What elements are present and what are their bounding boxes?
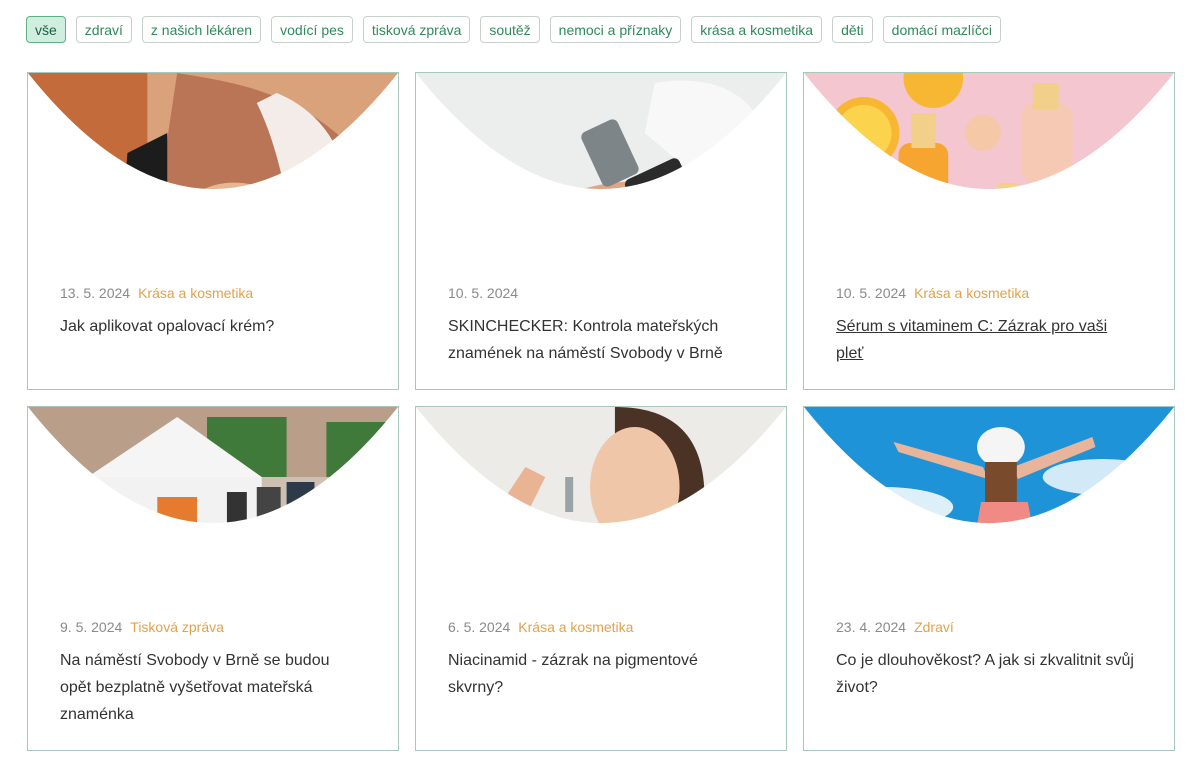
- article-category[interactable]: Tisková zpráva: [130, 619, 224, 635]
- article-card[interactable]: 13. 5. 2024 Krása a kosmetika Jak apliko…: [27, 72, 399, 390]
- article-grid: 13. 5. 2024 Krása a kosmetika Jak apliko…: [27, 72, 1175, 751]
- vitamin-c-serum-image[interactable]: [804, 73, 1174, 272]
- dermatoscope-image[interactable]: [416, 73, 786, 272]
- article-card[interactable]: 6. 5. 2024 Krása a kosmetika Niacinamid …: [415, 406, 787, 751]
- filter-chip-diseases[interactable]: nemoci a příznaky: [549, 16, 682, 43]
- filter-chip-contest[interactable]: soutěž: [480, 16, 540, 43]
- filter-chip-beauty[interactable]: krása a kosmetika: [691, 16, 823, 43]
- filter-chip-pets[interactable]: domácí mazlíčci: [882, 16, 1002, 43]
- article-meta: 10. 5. 2024: [448, 285, 518, 301]
- filter-chip-pharmacies[interactable]: z našich lékáren: [141, 16, 262, 43]
- article-category[interactable]: Krása a kosmetika: [914, 285, 1029, 301]
- beach-woman-image[interactable]: [804, 407, 1174, 606]
- filter-chip-health[interactable]: zdraví: [75, 16, 132, 43]
- article-date: 23. 4. 2024: [836, 619, 907, 635]
- category-filter-bar: vše zdraví z našich lékáren vodící pes t…: [26, 16, 1002, 43]
- article-card[interactable]: 10. 5. 2024 Krása a kosmetika Sérum s vi…: [803, 72, 1175, 390]
- filter-chip-children[interactable]: děti: [832, 16, 873, 43]
- article-date: 10. 5. 2024: [836, 285, 907, 301]
- article-title[interactable]: Co je dlouhověkost? A jak si zkvalitnit …: [836, 647, 1136, 701]
- filter-chip-all[interactable]: vše: [26, 16, 66, 43]
- article-date: 9. 5. 2024: [60, 619, 123, 635]
- article-title[interactable]: Na náměstí Svobody v Brně se budou opět …: [60, 647, 360, 728]
- article-meta: 10. 5. 2024 Krása a kosmetika: [836, 285, 1029, 301]
- article-date: 13. 5. 2024: [60, 285, 131, 301]
- article-card[interactable]: 23. 4. 2024 Zdraví Co je dlouhověkost? A…: [803, 406, 1175, 751]
- article-title-link[interactable]: Sérum s vitaminem C: Zázrak pro vaši ple…: [836, 313, 1136, 367]
- square-tent-image[interactable]: [28, 407, 398, 606]
- article-category[interactable]: Krása a kosmetika: [138, 285, 253, 301]
- article-meta: 9. 5. 2024 Tisková zpráva: [60, 619, 224, 635]
- article-meta: 13. 5. 2024 Krása a kosmetika: [60, 285, 253, 301]
- article-category[interactable]: Krása a kosmetika: [518, 619, 633, 635]
- article-meta: 6. 5. 2024 Krása a kosmetika: [448, 619, 633, 635]
- article-title[interactable]: SKINCHECKER: Kontrola mateřských znaméne…: [448, 313, 748, 367]
- article-date: 6. 5. 2024: [448, 619, 511, 635]
- article-date: 10. 5. 2024: [448, 285, 519, 301]
- woman-serum-image[interactable]: [416, 407, 786, 606]
- article-title[interactable]: Jak aplikovat opalovací krém?: [60, 313, 360, 340]
- article-category[interactable]: Zdraví: [914, 619, 954, 635]
- article-card[interactable]: 9. 5. 2024 Tisková zpráva Na náměstí Svo…: [27, 406, 399, 751]
- article-card[interactable]: 10. 5. 2024 SKINCHECKER: Kontrola mateřs…: [415, 72, 787, 390]
- filter-chip-guide-dog[interactable]: vodící pes: [271, 16, 353, 43]
- sunscreen-shoulder-image[interactable]: [28, 73, 398, 272]
- filter-chip-press-release[interactable]: tisková zpráva: [362, 16, 471, 43]
- article-title[interactable]: Niacinamid - zázrak na pigmentové skvrny…: [448, 647, 748, 701]
- article-meta: 23. 4. 2024 Zdraví: [836, 619, 954, 635]
